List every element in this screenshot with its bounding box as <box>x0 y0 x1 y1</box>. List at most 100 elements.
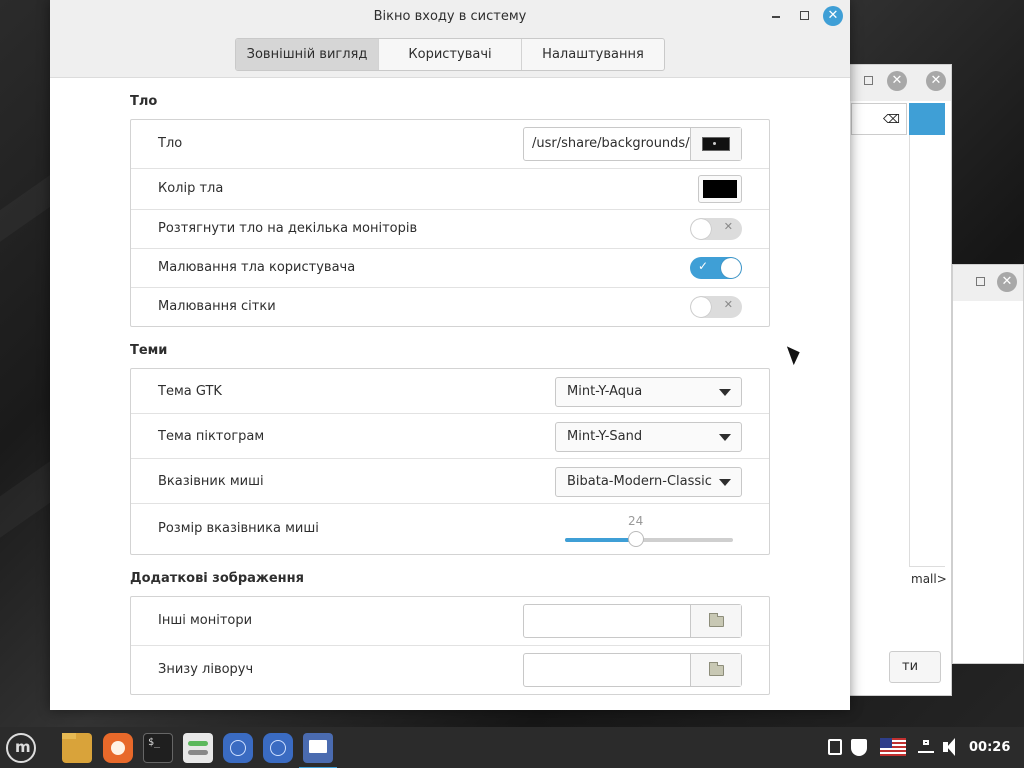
background-chooser[interactable]: /usr/share/backgrounds/ <box>523 127 742 161</box>
section-title-background: Тло <box>130 94 158 109</box>
section-title-themes: Теми <box>130 343 168 358</box>
bg-color-label: Колір тла <box>158 181 224 196</box>
gtk-theme-label: Тема GTK <box>158 384 222 399</box>
update-icon[interactable] <box>826 727 842 768</box>
network-icon[interactable] <box>918 727 934 768</box>
slider-fill <box>565 538 636 542</box>
row-bottom-left: Знизу ліворуч <box>131 646 769 695</box>
cursor-size-label: Розмір вказівника миші <box>158 521 319 536</box>
draw-user-bg-label: Малювання тла користувача <box>158 260 356 275</box>
slider-handle[interactable] <box>627 531 644 547</box>
bg-color-button[interactable] <box>698 175 742 203</box>
draw-grid-toggle[interactable]: ✕ <box>690 296 742 318</box>
window-titlebar: Вікно входу в систему ✕ Зовнішній вигляд… <box>50 0 850 78</box>
background-window[interactable]: ✕ ✕ ⌫ mall> ти <box>848 64 952 696</box>
window-icon[interactable] <box>263 733 293 763</box>
icon-theme-select[interactable]: Mint-Y-Sand <box>555 422 742 452</box>
stretch-label: Розтягнути тло на декілька моніторів <box>158 221 418 236</box>
color-swatch <box>703 180 737 198</box>
dropdown-arrow-icon <box>719 479 731 486</box>
background-window-button[interactable]: ти <box>889 651 941 683</box>
maximize-icon[interactable] <box>864 76 873 85</box>
cursor-size-slider[interactable] <box>565 531 733 547</box>
settings-icon[interactable] <box>183 733 213 763</box>
draw-grid-label: Малювання сітки <box>158 299 276 314</box>
tab-appearance[interactable]: Зовнішній вигляд <box>236 39 379 70</box>
close-icon[interactable]: ✕ <box>887 71 907 91</box>
clock[interactable]: 00:26 <box>969 727 1010 768</box>
dropdown-arrow-icon <box>719 389 731 396</box>
background-thumbnail-icon <box>702 137 730 151</box>
terminal-icon[interactable]: $_ <box>143 733 173 763</box>
close-icon[interactable]: ✕ <box>997 272 1017 292</box>
folder-icon <box>708 612 724 627</box>
window-icon[interactable] <box>223 733 253 763</box>
row-cursor-theme: Вказівник миші Bibata-Modern-Classic <box>131 459 769 504</box>
background-label: Тло <box>158 136 183 151</box>
icon-theme-value: Mint-Y-Sand <box>567 429 643 444</box>
close-icon[interactable]: ✕ <box>926 71 946 91</box>
row-cursor-size: Розмір вказівника миші 24 <box>131 504 769 554</box>
bottom-left-chooser[interactable] <box>523 653 742 687</box>
files-icon[interactable] <box>62 733 92 763</box>
keyboard-layout-flag-icon[interactable] <box>880 727 906 768</box>
row-draw-user-bg: Малювання тла користувача ✓ <box>131 249 769 288</box>
volume-icon[interactable] <box>943 727 961 768</box>
stretch-toggle[interactable]: ✕ <box>690 218 742 240</box>
tab-bar: Зовнішній вигляд Користувачі Налаштуванн… <box>235 38 665 71</box>
dropdown-arrow-icon <box>719 434 731 441</box>
row-background: Тло /usr/share/backgrounds/ <box>131 120 769 169</box>
draw-user-bg-toggle[interactable]: ✓ <box>690 257 742 279</box>
maximize-icon[interactable] <box>976 277 985 286</box>
row-draw-grid: Малювання сітки ✕ <box>131 288 769 326</box>
gtk-theme-value: Mint-Y-Aqua <box>567 384 643 399</box>
taskbar: m $_ 00:26 <box>0 727 1024 768</box>
toggle-off-icon: ✕ <box>723 220 733 233</box>
shield-icon[interactable] <box>851 727 867 768</box>
bottom-left-label: Знизу ліворуч <box>158 662 254 677</box>
list-area <box>909 135 945 567</box>
browse-button[interactable] <box>691 605 741 637</box>
row-icon-theme: Тема піктограм Mint-Y-Sand <box>131 414 769 459</box>
login-window-icon[interactable] <box>299 733 337 768</box>
other-monitors-chooser[interactable] <box>523 604 742 638</box>
background-panel: Тло /usr/share/backgrounds/ Колір тла Ро… <box>130 119 770 327</box>
search-bar[interactable]: ⌫ <box>851 103 907 135</box>
clear-icon[interactable]: ⌫ <box>883 112 900 126</box>
toggle-off-icon: ✕ <box>723 298 733 311</box>
selection-highlight <box>909 103 945 135</box>
tab-settings[interactable]: Налаштування <box>522 39 664 70</box>
other-monitors-path <box>524 605 691 637</box>
extra-images-panel: Інші монітори Знизу ліворуч <box>130 596 770 695</box>
minimize-icon[interactable] <box>772 5 782 21</box>
section-title-extra-images: Додаткові зображення <box>130 571 304 586</box>
gtk-theme-select[interactable]: Mint-Y-Aqua <box>555 377 742 407</box>
cursor-theme-label: Вказівник миші <box>158 474 264 489</box>
browse-button[interactable] <box>691 654 741 686</box>
row-bg-color: Колір тла <box>131 169 769 210</box>
themes-panel: Тема GTK Mint-Y-Aqua Тема піктограм Mint… <box>130 368 770 555</box>
other-monitors-label: Інші монітори <box>158 613 253 628</box>
bottom-left-path <box>524 654 691 686</box>
firefox-icon[interactable] <box>103 733 133 763</box>
button-label: ти <box>902 659 919 674</box>
row-other-monitors: Інші монітори <box>131 597 769 646</box>
maximize-icon[interactable] <box>800 11 809 20</box>
mint-menu-icon[interactable]: m <box>6 733 36 763</box>
row-stretch: Розтягнути тло на декілька моніторів ✕ <box>131 210 769 249</box>
background-path: /usr/share/backgrounds/ <box>524 128 691 160</box>
window-title: Вікно входу в систему <box>373 9 527 24</box>
icon-theme-label: Тема піктограм <box>158 429 265 444</box>
login-window-settings: Вікно входу в систему ✕ Зовнішній вигляд… <box>50 0 850 710</box>
toggle-knob <box>691 219 711 239</box>
cursor-theme-select[interactable]: Bibata-Modern-Classic <box>555 467 742 497</box>
background-window-text: mall> <box>911 572 947 586</box>
background-preview-button[interactable] <box>691 128 741 160</box>
toggle-on-icon: ✓ <box>698 259 709 273</box>
cursor-size-value: 24 <box>628 514 644 528</box>
cursor-theme-value: Bibata-Modern-Classic <box>567 474 712 489</box>
tab-users[interactable]: Користувачі <box>379 39 522 70</box>
close-icon[interactable]: ✕ <box>823 6 843 26</box>
folder-icon <box>708 661 724 676</box>
background-window[interactable]: ✕ <box>952 264 1024 664</box>
